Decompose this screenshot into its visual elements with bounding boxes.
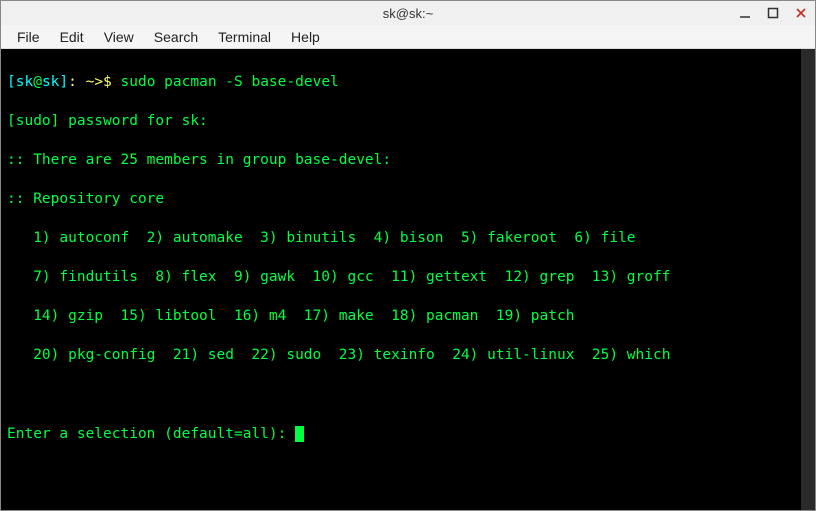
prompt-bracket-close: ] bbox=[59, 74, 68, 90]
menu-file[interactable]: File bbox=[9, 27, 48, 47]
prompt-user: sk bbox=[16, 74, 33, 90]
selection-prompt-line: Enter a selection (default=all): bbox=[7, 425, 809, 445]
output-row4: 20) pkg-config 21) sed 22) sudo 23) texi… bbox=[7, 346, 809, 366]
prompt-line: [sk@sk]: ~>$ sudo pacman -S base-devel bbox=[7, 73, 809, 93]
output-members: :: There are 25 members in group base-de… bbox=[7, 151, 809, 171]
minimize-button[interactable] bbox=[735, 4, 755, 22]
close-button[interactable] bbox=[791, 4, 811, 22]
selection-prompt: Enter a selection (default=all): bbox=[7, 426, 295, 442]
terminal-viewport[interactable]: [sk@sk]: ~>$ sudo pacman -S base-devel [… bbox=[1, 49, 815, 510]
output-sudo-password: [sudo] password for sk: bbox=[7, 112, 809, 132]
prompt-host: sk bbox=[42, 74, 59, 90]
output-row3: 14) gzip 15) libtool 16) m4 17) make 18)… bbox=[7, 307, 809, 327]
menu-search[interactable]: Search bbox=[146, 27, 206, 47]
blank-line bbox=[7, 386, 809, 406]
menu-view[interactable]: View bbox=[96, 27, 142, 47]
menu-terminal[interactable]: Terminal bbox=[210, 27, 279, 47]
menu-help[interactable]: Help bbox=[283, 27, 328, 47]
cursor-block bbox=[295, 426, 304, 442]
output-repo: :: Repository core bbox=[7, 190, 809, 210]
maximize-button[interactable] bbox=[763, 4, 783, 22]
prompt-bracket-open: [ bbox=[7, 74, 16, 90]
window-controls bbox=[735, 1, 811, 25]
command-text: sudo pacman -S base-devel bbox=[121, 74, 339, 90]
output-row2: 7) findutils 8) flex 9) gawk 10) gcc 11)… bbox=[7, 268, 809, 288]
terminal-scrollbar[interactable] bbox=[801, 49, 815, 510]
menu-edit[interactable]: Edit bbox=[52, 27, 92, 47]
output-row1: 1) autoconf 2) automake 3) binutils 4) b… bbox=[7, 229, 809, 249]
window-title: sk@sk:~ bbox=[383, 6, 433, 21]
window-titlebar: sk@sk:~ bbox=[1, 1, 815, 25]
prompt-path: : ~>$ bbox=[68, 74, 120, 90]
menubar: File Edit View Search Terminal Help bbox=[1, 25, 815, 49]
prompt-at: @ bbox=[33, 74, 42, 90]
